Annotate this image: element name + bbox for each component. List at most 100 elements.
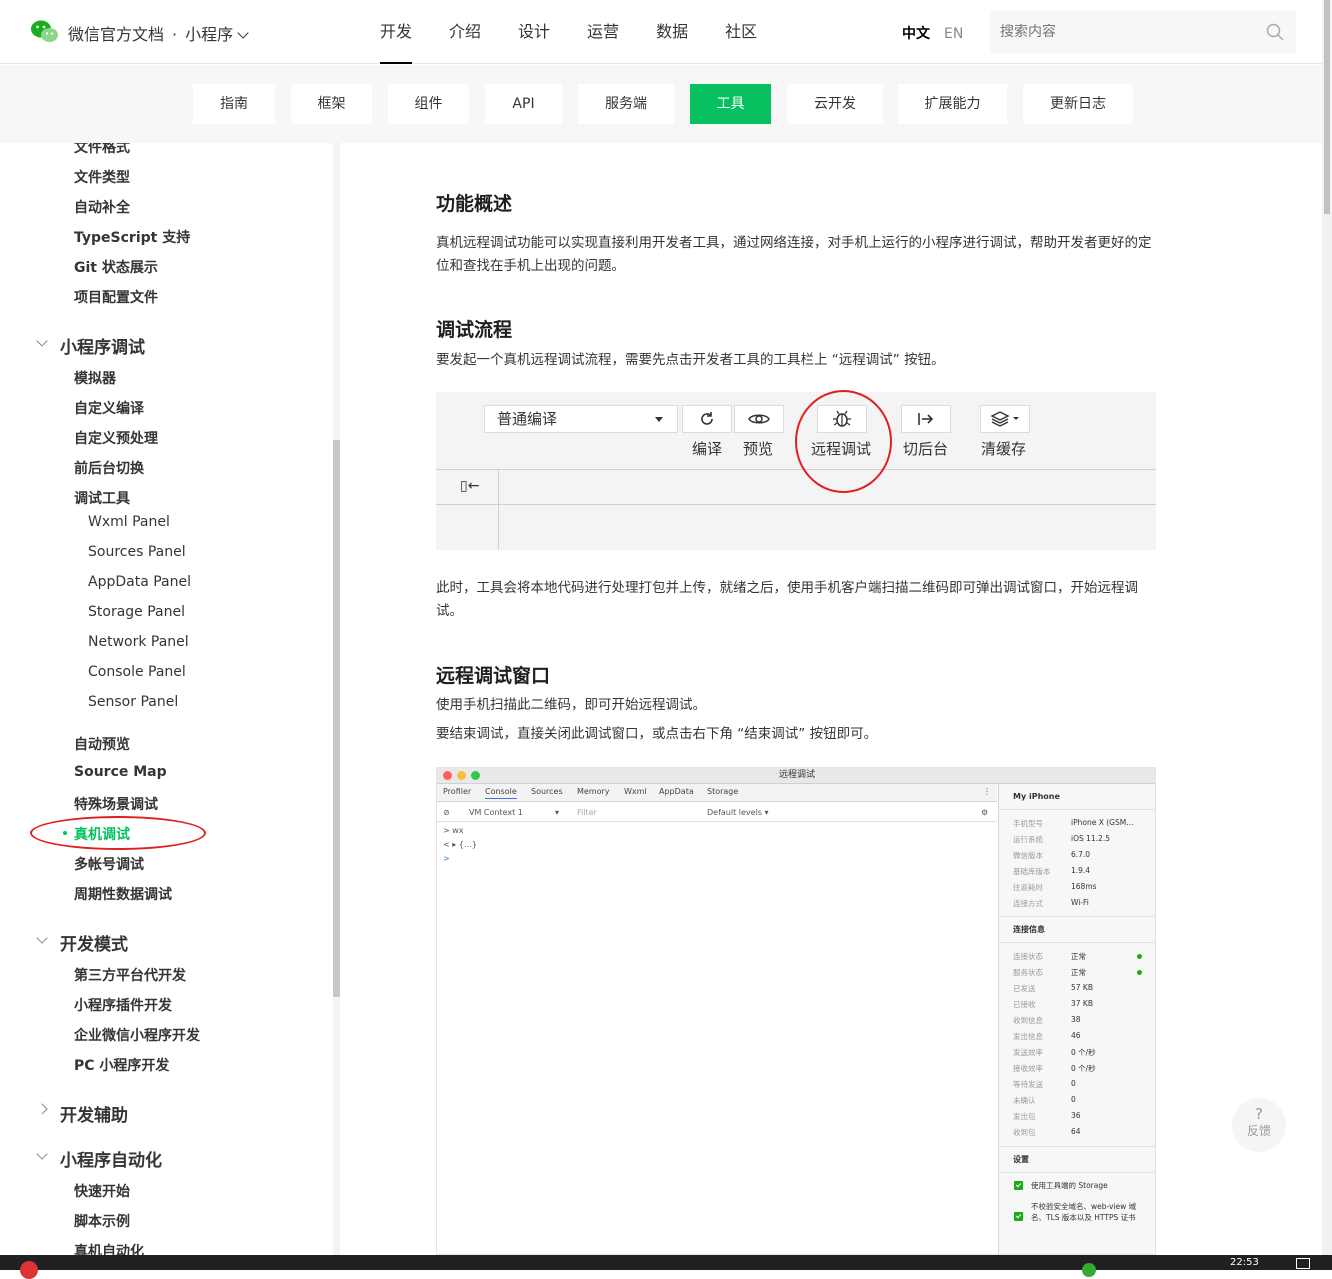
minimize-dot-icon (457, 771, 466, 780)
tab-guide[interactable]: 指南 (193, 84, 275, 124)
tab-extensions[interactable]: 扩展能力 (898, 84, 1007, 124)
sidebar-item[interactable]: 前后台切换 (74, 458, 144, 478)
main-nav: 开发 介绍 设计 运营 数据 社区 (380, 0, 794, 64)
info-value: 6.7.0 (1071, 850, 1091, 859)
tab-components[interactable]: 组件 (388, 84, 469, 124)
group-label: 小程序调试 (60, 338, 145, 358)
sidebar-group-dev-assist[interactable]: 开发辅助 (36, 1101, 128, 1126)
maximize-dot-icon (471, 771, 480, 780)
sidebar-item[interactable]: Git 状态展示 (74, 257, 158, 277)
sidebar-item[interactable]: 项目配置文件 (74, 287, 158, 307)
remote-debug-window-screenshot: 远程调试 Profiler Console Sources Memory Wxm… (436, 767, 1156, 1255)
brand-separator: · (172, 25, 178, 44)
scrollbar-thumb[interactable] (1324, 0, 1330, 214)
lang-en[interactable]: EN (944, 26, 963, 42)
start-app-icon[interactable] (20, 1261, 38, 1279)
nav-item-design[interactable]: 设计 (518, 0, 550, 64)
sidebar-item[interactable]: 小程序插件开发 (74, 995, 172, 1015)
info-key: 已发送 (1013, 984, 1036, 993)
sidebar-item[interactable]: 自定义编译 (74, 398, 144, 418)
sidebar-group-automation[interactable]: 小程序自动化 (36, 1146, 162, 1171)
divider (999, 1172, 1155, 1173)
info-value: 1.9.4 (1071, 866, 1091, 875)
sidebar-item[interactable]: 周期性数据调试 (74, 884, 172, 904)
sidebar-item[interactable]: 调试工具 (74, 488, 130, 508)
brand[interactable]: 微信官方文档 · 小程序 (68, 21, 249, 45)
page-scrollbar[interactable] (1322, 0, 1332, 1255)
sidebar-item[interactable]: 模拟器 (74, 368, 116, 388)
chevron-down-icon (36, 335, 48, 347)
sidebar-item[interactable]: TypeScript 支持 (74, 227, 190, 247)
sidebar-item[interactable]: 文件格式 (74, 143, 130, 157)
sidebar-item[interactable]: 企业微信小程序开发 (74, 1025, 200, 1045)
product-switcher[interactable]: 小程序 (185, 25, 233, 44)
sidebar-item[interactable]: Console Panel (88, 664, 186, 680)
sidebar-item[interactable]: 真机自动化 (74, 1241, 144, 1255)
wechat-logo-icon[interactable] (30, 18, 60, 46)
settings-title: 设置 (1013, 1155, 1029, 1164)
sidebar-item[interactable]: 文件类型 (74, 167, 130, 187)
section-title-overview: 功能概述 (436, 193, 513, 215)
sidebar-item[interactable]: 多帐号调试 (74, 854, 144, 874)
sidebar-item[interactable]: Source Map (74, 764, 167, 780)
tab-api[interactable]: API (485, 84, 562, 124)
sidebar-item[interactable]: Sources Panel (88, 544, 186, 560)
block-icon: ⊘ (443, 808, 450, 817)
tab-tools[interactable]: 工具 (690, 84, 771, 124)
feedback-label: 反馈 (1246, 1124, 1271, 1138)
info-key: 已接收 (1013, 1000, 1036, 1009)
feedback-button[interactable]: ? 反馈 (1232, 1098, 1286, 1152)
console-filters: ⊘ VM Context 1 ▾ Filter Default levels ▾… (437, 803, 997, 822)
search-input[interactable] (990, 10, 1260, 54)
window-titlebar: 远程调试 (437, 768, 1155, 784)
sidebar-item[interactable]: AppData Panel (88, 574, 191, 590)
info-value: iOS 11.2.5 (1071, 834, 1110, 843)
devtools-tabs: Profiler Console Sources Memory Wxml App… (437, 784, 997, 802)
info-key: 收到包 (1013, 1128, 1036, 1137)
sidebar-item[interactable]: 脚本示例 (74, 1211, 130, 1231)
group-label: 开发模式 (60, 935, 128, 955)
sidebar-item[interactable]: Storage Panel (88, 604, 185, 620)
sidebar-item[interactable]: PC 小程序开发 (74, 1055, 169, 1075)
devtools-tab: Memory (577, 787, 610, 796)
sidebar-scrollbar[interactable] (333, 440, 340, 997)
nav-item-community[interactable]: 社区 (725, 0, 757, 64)
tab-changelog[interactable]: 更新日志 (1023, 84, 1133, 124)
context-selector: VM Context 1 (469, 808, 523, 817)
lang-zh[interactable]: 中文 (902, 26, 930, 42)
devtools-tab: Storage (707, 787, 739, 796)
sidebar-item[interactable]: 自定义预处理 (74, 428, 158, 448)
sidebar-item[interactable]: Network Panel (88, 634, 189, 650)
info-key: 发出包 (1013, 1112, 1036, 1121)
tab-framework[interactable]: 框架 (291, 84, 372, 124)
sidebar-group-debug[interactable]: 小程序调试 (36, 333, 145, 358)
dropdown-label: 普通编译 (497, 410, 558, 428)
os-taskbar: 22:53 (0, 1255, 1332, 1279)
sidebar-item[interactable]: 快速开始 (74, 1181, 130, 1201)
nav-item-ops[interactable]: 运营 (587, 0, 619, 64)
sidebar-item[interactable]: 自动预览 (74, 734, 130, 754)
sidebar-item[interactable]: 自动补全 (74, 197, 130, 217)
info-value: 36 (1071, 1111, 1081, 1120)
clear-cache-button (980, 405, 1030, 433)
search-icon[interactable] (1266, 23, 1284, 41)
tab-server[interactable]: 服务端 (578, 84, 674, 124)
sidebar-item[interactable]: Wxml Panel (88, 514, 170, 530)
status-ok-icon (1137, 954, 1142, 959)
tab-cloud[interactable]: 云开发 (787, 84, 883, 124)
language-switch: 中文 EN (902, 23, 963, 43)
info-value: 0 个/秒 (1071, 1064, 1096, 1073)
nav-item-data[interactable]: 数据 (656, 0, 688, 64)
sidebar-group-dev-mode[interactable]: 开发模式 (36, 930, 128, 955)
tray-app-icon[interactable] (1082, 1263, 1096, 1277)
nav-item-dev[interactable]: 开发 (380, 0, 413, 64)
chevron-down-icon (36, 932, 48, 944)
nav-item-intro[interactable]: 介绍 (449, 0, 481, 64)
sidebar-item[interactable]: 特殊场景调试 (74, 794, 158, 814)
sidebar-item[interactable]: 第三方平台代开发 (74, 965, 186, 985)
info-key: 往返耗时 (1013, 883, 1043, 892)
sidebar-item[interactable]: Sensor Panel (88, 694, 178, 710)
layers-icon (990, 411, 1019, 427)
preview-label: 预览 (743, 440, 774, 458)
notification-icon[interactable] (1296, 1258, 1310, 1269)
